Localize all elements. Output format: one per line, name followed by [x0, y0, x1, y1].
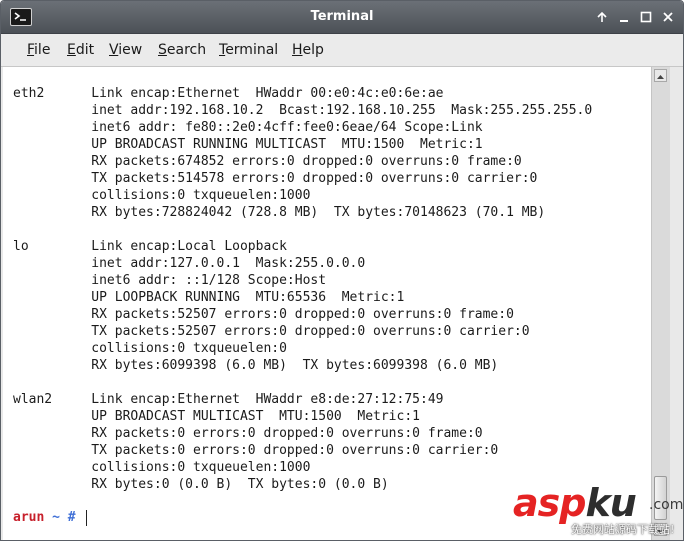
scroll-up-button[interactable]: [654, 69, 667, 82]
maximize-icon[interactable]: [639, 10, 653, 24]
menu-file[interactable]: File: [27, 42, 50, 58]
menu-bar: File Edit View Search Terminal Help: [1, 34, 683, 67]
prompt-user: arun: [13, 510, 45, 525]
aspku-watermark: aspku .com 免费网站源码下载站!: [513, 481, 684, 540]
window-controls: [595, 10, 675, 24]
arrow-up-icon: [657, 75, 664, 79]
menu-help[interactable]: Help: [292, 42, 324, 58]
watermark-logo: aspku: [513, 481, 637, 525]
terminal-window: Terminal File Edit View Search Terminal …: [0, 0, 684, 541]
title-bar[interactable]: Terminal: [1, 1, 683, 34]
close-icon[interactable]: [661, 10, 675, 24]
prompt-symbol: #: [67, 510, 76, 525]
menu-search[interactable]: Search: [158, 42, 206, 58]
keep-above-icon[interactable]: [595, 10, 609, 24]
menu-terminal[interactable]: Terminal: [219, 42, 278, 58]
terminal-output-area[interactable]: eth2 Link encap:Ethernet HWaddr 00:e0:4c…: [3, 67, 651, 540]
menu-view[interactable]: View: [109, 42, 142, 58]
menu-edit[interactable]: Edit: [67, 42, 94, 58]
ifconfig-output: eth2 Link encap:Ethernet HWaddr 00:e0:4c…: [13, 86, 593, 492]
window-title: Terminal: [310, 9, 374, 24]
text-cursor: [86, 510, 87, 526]
vertical-scrollbar[interactable]: [651, 67, 670, 540]
watermark-subtitle: 免费网站源码下载站!: [571, 523, 675, 536]
prompt-directory: ~: [52, 510, 60, 525]
watermark-domain: .com: [649, 497, 684, 513]
shell-prompt: arun ~ #: [13, 509, 76, 526]
minimize-icon[interactable]: [617, 10, 631, 24]
